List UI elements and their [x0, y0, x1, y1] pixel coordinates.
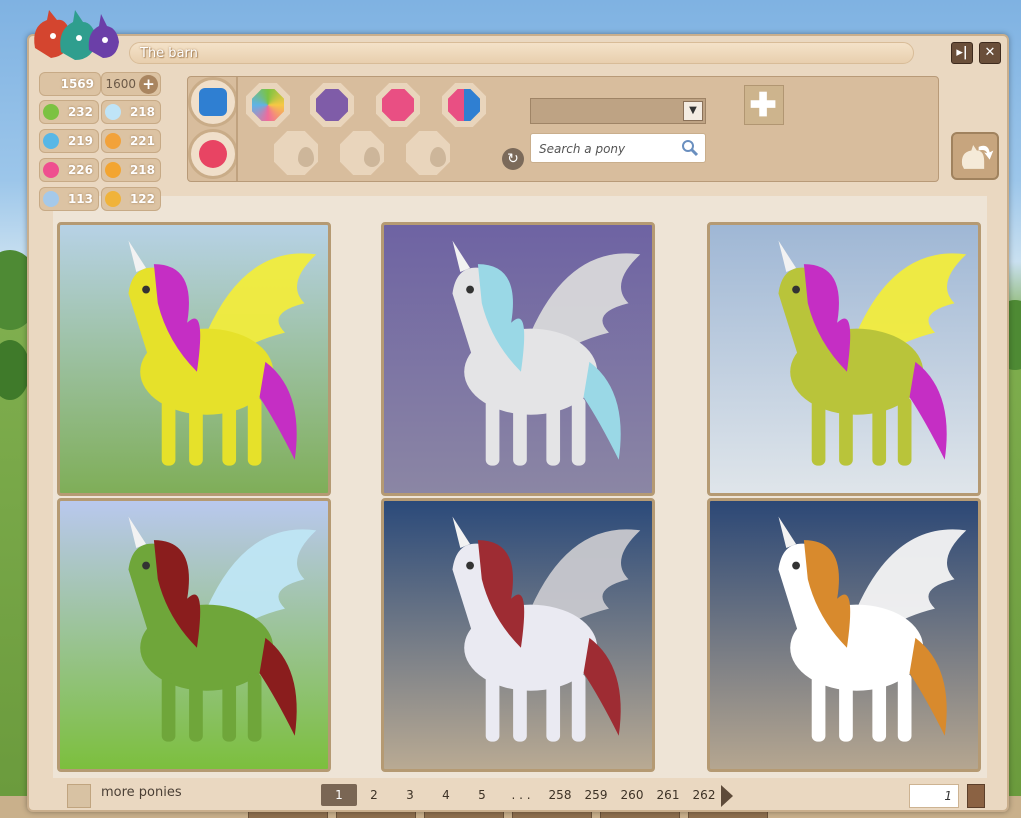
go-to-page-button[interactable]: [967, 784, 985, 808]
window-titlebar[interactable]: The barn: [129, 42, 914, 64]
page-link[interactable]: 262: [687, 784, 721, 806]
add-pony-button[interactable]: [744, 85, 784, 125]
page-number-input[interactable]: [909, 784, 959, 808]
page-link[interactable]: 260: [615, 784, 649, 806]
page-ellipsis: . . .: [511, 788, 531, 802]
page-link[interactable]: 2: [357, 784, 391, 806]
unicorn-filter-button[interactable]: [274, 131, 318, 175]
stat-value: 218: [129, 163, 155, 177]
stat-wing: 122: [101, 187, 161, 211]
pony-arrow-icon: [961, 145, 994, 169]
search-box[interactable]: [530, 133, 706, 163]
stat-hoof: 218: [101, 158, 161, 182]
star-filter-button[interactable]: [188, 129, 238, 179]
toolbar-divider: [236, 77, 238, 181]
window-title: The barn: [140, 46, 198, 61]
minimize-button[interactable]: ▸|: [951, 42, 973, 64]
stat-value: 113: [67, 192, 93, 206]
breeding-filter-button[interactable]: [376, 83, 420, 127]
pass-counter: 1600 +: [101, 72, 161, 96]
couple-icon: [448, 89, 480, 121]
pony-card[interactable]: [707, 222, 981, 496]
orange-pegasus-pony-icon: [710, 501, 978, 769]
folder-filter-button[interactable]: [188, 77, 238, 127]
gender-filter-button[interactable]: [310, 83, 354, 127]
sort-dropdown[interactable]: ▼: [530, 98, 706, 124]
couple-filter-button[interactable]: [442, 83, 486, 127]
barn-toolbar: ↻ ▼: [187, 76, 939, 182]
gender-icon: [316, 89, 348, 121]
close-button[interactable]: ✕: [979, 42, 1001, 64]
next-page-icon[interactable]: [721, 785, 733, 807]
plus-icon: +: [142, 75, 155, 93]
heart-icon: [43, 162, 59, 178]
transfer-pony-button[interactable]: [951, 132, 999, 180]
stat-paw: 219: [39, 129, 99, 153]
wing-icon: [105, 191, 121, 207]
pony-grid: [53, 196, 987, 778]
species-filter-button[interactable]: [246, 83, 290, 127]
stat-value: 232: [67, 105, 93, 119]
species-icon: [252, 89, 284, 121]
stat-flame: 221: [101, 129, 161, 153]
barn-window: The barn ▸| ✕ 1569 1600 + ↻ ▼ Search a p…: [27, 10, 1009, 812]
drop-icon: [430, 147, 446, 167]
page-link[interactable]: 5: [465, 784, 499, 806]
pony-card[interactable]: [381, 222, 655, 496]
bg-tree: [0, 340, 30, 400]
stat-cloud: 218: [101, 100, 161, 124]
yellow-pegasus-pony-icon: [60, 225, 328, 493]
green-unicorn-pony-icon: [60, 501, 328, 769]
page-link[interactable]: 258: [543, 784, 577, 806]
more-ponies-label: more ponies: [101, 785, 182, 800]
stat-feather: 113: [39, 187, 99, 211]
page-link[interactable]: 261: [651, 784, 685, 806]
pony-card[interactable]: [707, 498, 981, 772]
refresh-icon: ↻: [507, 151, 519, 167]
money-counter: 1569: [39, 72, 101, 96]
eye-filter-button[interactable]: [406, 131, 450, 175]
buy-pass-button[interactable]: +: [139, 75, 158, 94]
drop-icon: [364, 147, 380, 167]
money-value: 1569: [60, 77, 94, 91]
pony-card[interactable]: [381, 498, 655, 772]
more-ponies-checkbox[interactable]: [67, 784, 91, 808]
star-icon: [199, 140, 227, 168]
stat-value: 219: [67, 134, 93, 148]
stat-value: 226: [67, 163, 93, 177]
page-link[interactable]: 1: [321, 784, 357, 806]
search-input[interactable]: [539, 140, 679, 158]
silver-pegasus-pony-icon: [384, 225, 652, 493]
cloud-icon: [105, 104, 121, 120]
pass-value: 1600: [105, 77, 136, 91]
page-link[interactable]: 3: [393, 784, 427, 806]
game-logo-icon: [34, 10, 119, 60]
feather-icon: [43, 191, 59, 207]
rearing-pegasus-pony-icon: [384, 501, 652, 769]
blue-folder-icon: [199, 88, 227, 116]
pony-card[interactable]: [57, 498, 331, 772]
paw-icon: [43, 133, 59, 149]
plus-icon: [750, 91, 776, 117]
stat-apple: 232: [39, 100, 99, 124]
trophy-filter-button[interactable]: [340, 131, 384, 175]
search-icon[interactable]: [681, 139, 699, 157]
page-link[interactable]: 4: [429, 784, 463, 806]
close-icon: ✕: [984, 45, 996, 60]
reset-filters-button[interactable]: ↻: [502, 148, 524, 170]
drop-icon: [298, 147, 314, 167]
stat-value: 218: [129, 105, 155, 119]
page-link[interactable]: 259: [579, 784, 613, 806]
stat-heart: 226: [39, 158, 99, 182]
apple-icon: [43, 104, 59, 120]
heart-ring-icon: [382, 89, 414, 121]
pony-card[interactable]: [57, 222, 331, 496]
skip-icon: ▸|: [956, 45, 968, 60]
stat-value: 221: [129, 134, 155, 148]
hoof-icon: [105, 162, 121, 178]
chevron-down-icon[interactable]: ▼: [683, 101, 703, 121]
stat-value: 122: [129, 192, 155, 206]
pony-with-stroller-icon: [710, 225, 978, 493]
flame-icon: [105, 133, 121, 149]
